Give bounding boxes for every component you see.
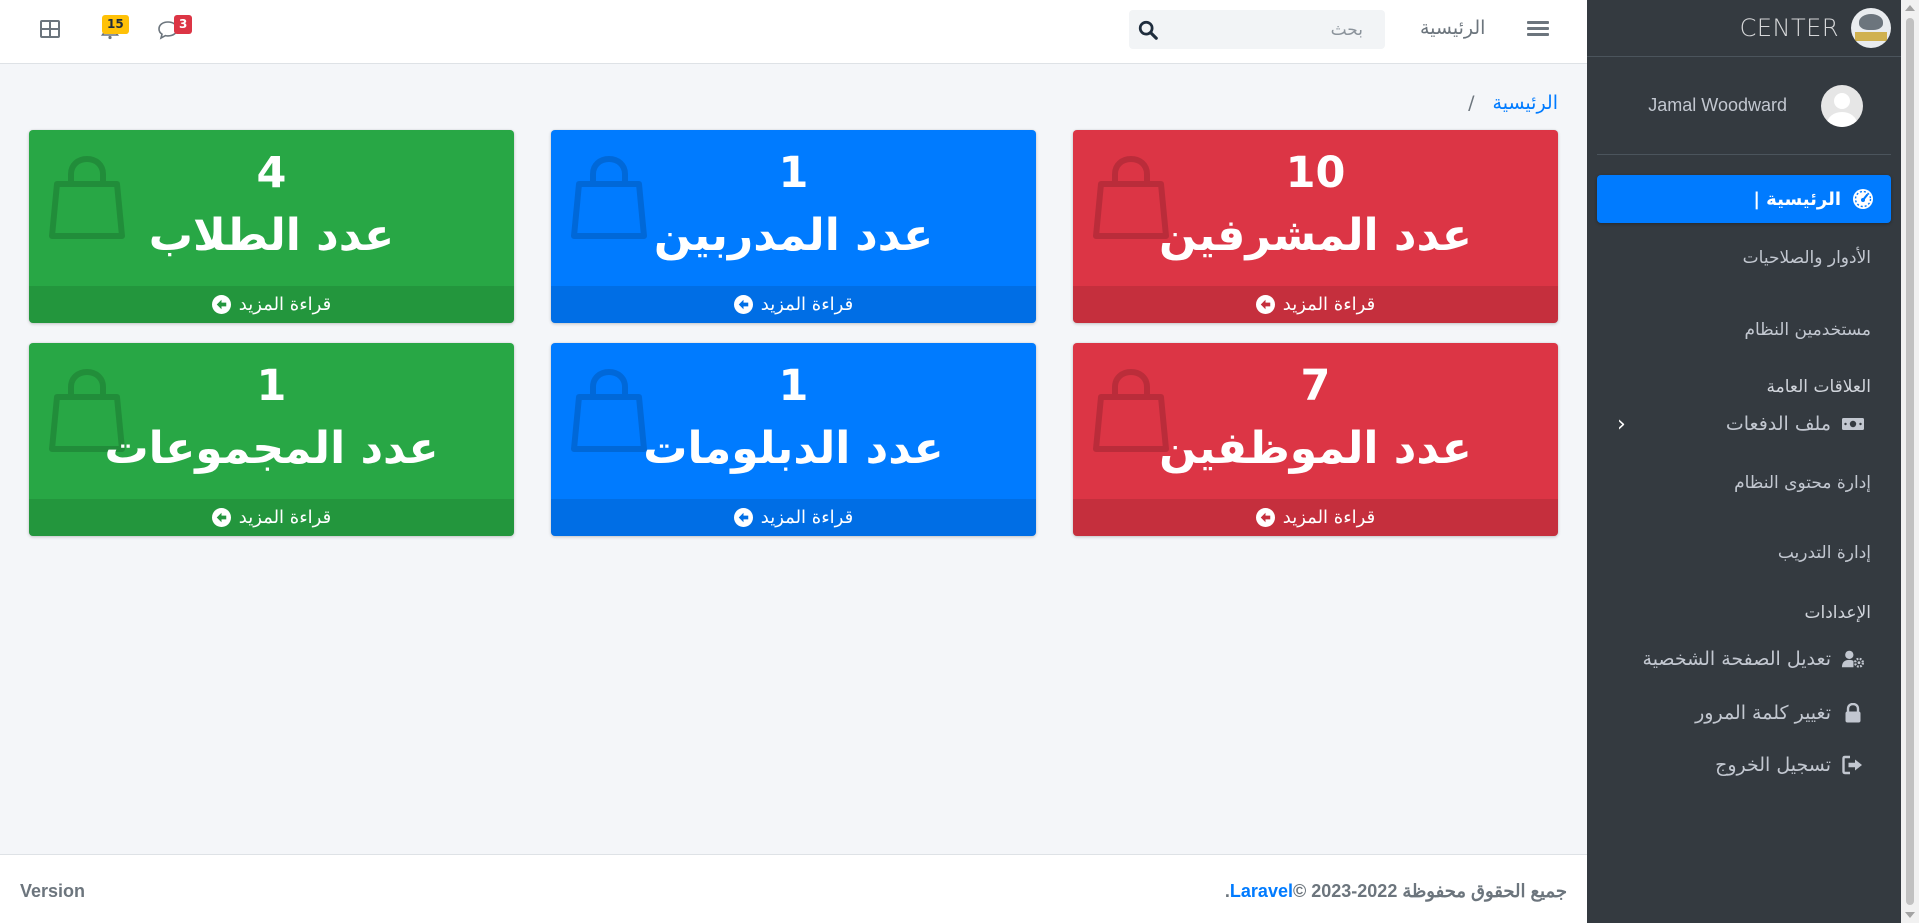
version-label: Version xyxy=(20,881,86,901)
scroll-down-arrow-icon[interactable] xyxy=(1905,912,1915,918)
sidebar-item-label: تغيير كلمة المرور xyxy=(1695,702,1831,724)
sidebar-item-change-password[interactable]: تغيير كلمة المرور xyxy=(1597,687,1891,739)
sidebar-header-label: العلاقات العامة xyxy=(1766,377,1871,397)
laravel-link[interactable]: Laravel xyxy=(1230,881,1293,901)
arrow-circle-left-icon xyxy=(1255,508,1275,527)
box-label: عدد الطلاب xyxy=(148,210,395,261)
box-number: 10 xyxy=(1285,148,1346,198)
user-name-link[interactable]: Jamal Woodward xyxy=(1648,95,1787,116)
brand-logo xyxy=(1851,8,1891,48)
sign-out-icon xyxy=(1842,755,1862,775)
scrollbar-thumb[interactable] xyxy=(1906,18,1914,905)
sidebar-item-label: ملف الدفعات xyxy=(1725,413,1831,435)
scroll-up-arrow-icon[interactable] xyxy=(1905,5,1915,11)
diplomas-count-box: 1 عدد الدبلومات قراءة المزيد xyxy=(551,343,1036,536)
money-bill-icon xyxy=(1842,418,1864,430)
box-number: 1 xyxy=(778,361,809,411)
sidebar-item-label: مستخدمين النظام xyxy=(1744,320,1871,340)
box-label: عدد الموظفين xyxy=(1159,423,1472,474)
breadcrumb-separator: / xyxy=(1468,92,1475,114)
box-label: عدد الدبلومات xyxy=(643,423,944,474)
notifications-badge: 15 xyxy=(102,15,129,34)
sidebar-item-label: الرئيسية | xyxy=(1753,188,1841,210)
user-panel: Jamal Woodward xyxy=(1597,57,1891,155)
box-label: عدد المشرفين xyxy=(1159,210,1472,261)
dashboard-icon xyxy=(1853,189,1873,209)
box-number: 1 xyxy=(778,148,809,198)
search-form xyxy=(1129,10,1385,49)
box-number: 1 xyxy=(256,361,287,411)
search-icon[interactable] xyxy=(1137,19,1159,41)
avatar xyxy=(1821,84,1863,127)
arrow-circle-left-icon xyxy=(211,295,231,314)
box-more-link[interactable]: قراءة المزيد xyxy=(29,499,514,536)
box-more-link[interactable]: قراءة المزيد xyxy=(29,286,514,323)
students-count-box: 4 عدد الطلاب قراءة المزيد xyxy=(29,130,514,323)
user-cog-icon xyxy=(1841,650,1864,668)
box-more-label: قراءة المزيد xyxy=(760,507,854,528)
employees-count-box: 7 عدد الموظفين قراءة المزيد xyxy=(1073,343,1558,536)
box-more-label: قراءة المزيد xyxy=(1282,294,1376,315)
sidebar-item-label: الأدوار والصلاحيات xyxy=(1742,248,1871,268)
trainers-count-box: 1 عدد المدربين قراءة المزيد xyxy=(551,130,1036,323)
arrow-circle-left-icon xyxy=(733,295,753,314)
navbar-home-link[interactable]: الرئيسية xyxy=(1420,17,1485,39)
sidebar-item-home[interactable]: الرئيسية | xyxy=(1597,175,1891,223)
arrow-circle-left-icon xyxy=(211,508,231,527)
sidebar-item-training-management[interactable]: إدارة التدريب xyxy=(1597,519,1891,587)
lock-icon xyxy=(1845,703,1861,723)
main-footer: Version جميع الحقوق محفوظة 2022-2023 ©La… xyxy=(0,854,1587,923)
sidebar-item-system-users[interactable]: مستخدمين النظام xyxy=(1597,293,1891,367)
sidebar-item-roles[interactable]: الأدوار والصلاحيات xyxy=(1597,223,1891,293)
sidebar-item-edit-profile[interactable]: تعديل الصفحة الشخصية xyxy=(1597,631,1891,687)
copyright-text: جميع الحقوق محفوظة 2022-2023 ©Laravel. xyxy=(1225,881,1567,902)
sidebar-item-label: تسجيل الخروج xyxy=(1715,754,1831,776)
sidebar-item-content-management[interactable]: إدارة محتوى النظام xyxy=(1597,441,1891,519)
sidebar-item-logout[interactable]: تسجيل الخروج xyxy=(1597,739,1891,791)
box-number: 7 xyxy=(1300,361,1331,411)
breadcrumb-home-link[interactable]: الرئيسية xyxy=(1493,92,1558,114)
box-more-link[interactable]: قراءة المزيد xyxy=(551,499,1036,536)
box-more-label: قراءة المزيد xyxy=(238,294,332,315)
sidebar-nav: الرئيسية | الأدوار والصلاحيات مستخدمين ا… xyxy=(1587,155,1901,791)
sidebar-item-label: إدارة التدريب xyxy=(1777,543,1871,563)
sidebar-item-label: تعديل الصفحة الشخصية xyxy=(1642,648,1831,670)
breadcrumb: الرئيسية / xyxy=(1450,92,1558,114)
sidebar-header-settings: الإعدادات xyxy=(1597,587,1891,631)
sidebar-scrollbar[interactable] xyxy=(1901,0,1919,923)
main-sidebar: CENTER Jamal Woodward الرئيسية | الأدوار… xyxy=(1587,0,1901,923)
box-label: عدد المدربين xyxy=(653,210,934,261)
box-number: 4 xyxy=(256,148,287,198)
box-more-link[interactable]: قراءة المزيد xyxy=(551,286,1036,323)
copyright-label: جميع الحقوق محفوظة 2022-2023 © xyxy=(1292,881,1567,901)
groups-count-box: 1 عدد المجموعات قراءة المزيد xyxy=(29,343,514,536)
box-more-link[interactable]: قراءة المزيد xyxy=(1073,499,1558,536)
sidebar-header-public-relations: العلاقات العامة xyxy=(1597,367,1891,407)
sidebar-item-label: إدارة محتوى النظام xyxy=(1734,473,1871,493)
supervisors-count-box: 10 عدد المشرفين قراءة المزيد xyxy=(1073,130,1558,323)
brand-name: CENTER xyxy=(1739,14,1839,42)
box-more-label: قراءة المزيد xyxy=(760,294,854,315)
messages-badge: 3 xyxy=(174,15,193,34)
brand-link[interactable]: CENTER xyxy=(1587,0,1901,57)
sidebar-item-payments[interactable]: ملف الدفعات ‹ xyxy=(1597,407,1891,441)
arrow-circle-left-icon xyxy=(1255,295,1275,314)
box-label: عدد المجموعات xyxy=(104,423,439,474)
sidebar-header-label: الإعدادات xyxy=(1804,603,1871,623)
grid-icon[interactable] xyxy=(40,20,60,38)
chevron-left-icon: ‹ xyxy=(1617,411,1626,437)
search-input[interactable] xyxy=(1165,10,1375,49)
top-navbar: الرئيسية 15 3 xyxy=(0,0,1587,64)
box-more-label: قراءة المزيد xyxy=(238,507,332,528)
box-more-link[interactable]: قراءة المزيد xyxy=(1073,286,1558,323)
arrow-circle-left-icon xyxy=(733,508,753,527)
hamburger-menu-icon[interactable] xyxy=(1527,18,1549,40)
box-more-label: قراءة المزيد xyxy=(1282,507,1376,528)
